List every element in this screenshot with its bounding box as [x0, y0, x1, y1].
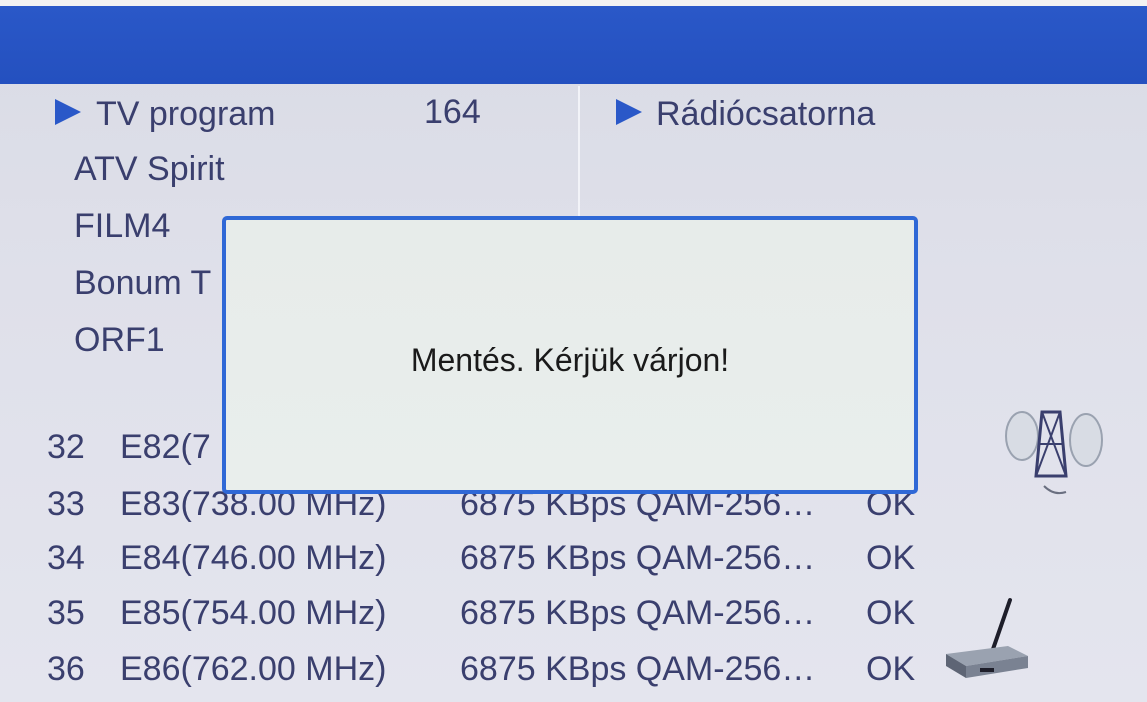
- dialog-message: Mentés. Kérjük várjon!: [410, 342, 730, 378]
- scan-frequency: E85(754.00 MHz): [120, 594, 387, 632]
- channel-item[interactable]: Bonum T: [74, 266, 211, 300]
- saving-dialog: Mentés. Kérjük várjon!: [222, 216, 918, 494]
- tv-osd-screen: TV program 164 ATV Spirit FILM4 Bonum T …: [0, 0, 1147, 702]
- scan-row: 35 E85(754.00 MHz) 6875 KBps QAM-256… OK: [0, 596, 940, 646]
- scan-number: 32: [47, 428, 85, 466]
- scan-info: 6875 KBps QAM-256…: [460, 650, 816, 688]
- scan-row: 34 E84(746.00 MHz) 6875 KBps QAM-256… OK: [0, 541, 940, 591]
- scan-number: 35: [47, 594, 85, 632]
- channel-item[interactable]: ORF1: [74, 323, 165, 357]
- scan-status: OK: [866, 594, 916, 632]
- scan-status: OK: [866, 650, 916, 688]
- channel-item[interactable]: ATV Spirit: [74, 152, 225, 186]
- play-triangle-icon: [616, 99, 642, 125]
- panel-divider: [578, 86, 580, 226]
- scan-number: 34: [47, 539, 85, 577]
- tv-program-label[interactable]: TV program: [96, 97, 276, 131]
- scan-info: 6875 KBps QAM-256…: [460, 594, 816, 632]
- scan-number: 33: [47, 485, 85, 523]
- radio-channel-label[interactable]: Rádiócsatorna: [656, 97, 875, 131]
- scan-number: 36: [47, 650, 85, 688]
- scan-frequency: E86(762.00 MHz): [120, 650, 387, 688]
- scan-status: OK: [866, 539, 916, 577]
- scan-row: 36 E86(762.00 MHz) 6875 KBps QAM-256… OK: [0, 652, 940, 702]
- play-triangle-icon: [55, 99, 81, 125]
- scan-row: 33 E83(738.00 MHz) 6875 KBps QAM-256… OK: [0, 487, 940, 537]
- channel-item[interactable]: FILM4: [74, 209, 170, 243]
- title-bar: [0, 6, 1147, 84]
- tv-program-count: 164: [424, 93, 481, 131]
- scan-info: 6875 KBps QAM-256…: [460, 539, 816, 577]
- scan-frequency: E82(7: [120, 428, 211, 466]
- scan-frequency: E84(746.00 MHz): [120, 539, 387, 577]
- satellite-dish-icon: [1005, 410, 1103, 495]
- antenna-receiver-icon: [946, 598, 1028, 678]
